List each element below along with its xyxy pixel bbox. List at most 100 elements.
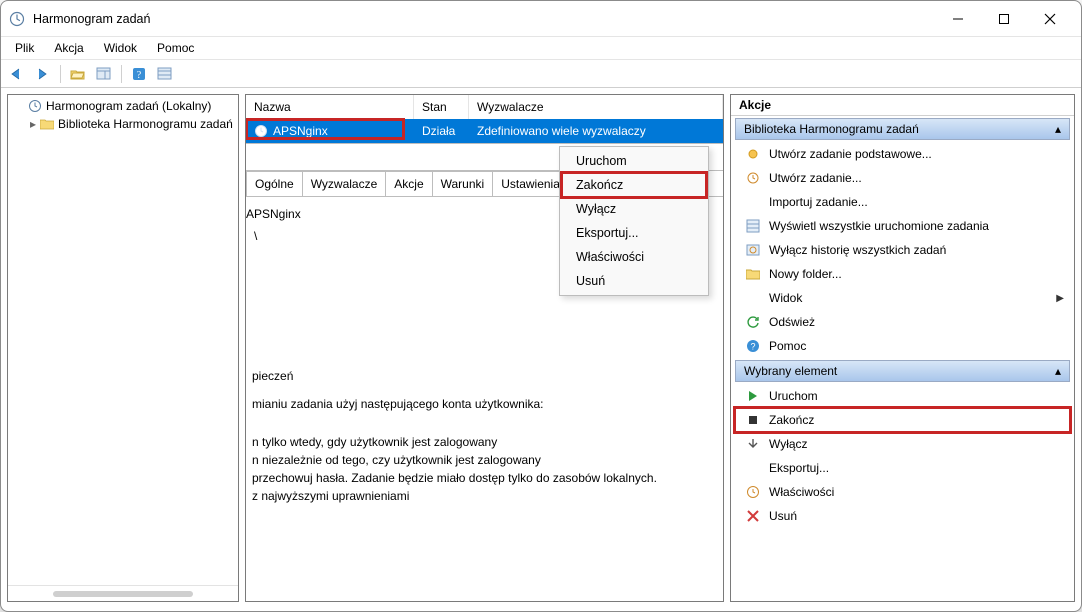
help-icon: ? xyxy=(745,338,761,354)
cm-delete[interactable]: Usuń xyxy=(562,269,706,293)
toolbar-separator xyxy=(60,65,61,83)
actions-group-selected-label: Wybrany element xyxy=(744,364,837,378)
stop-icon xyxy=(745,412,761,428)
cm-end[interactable]: Zakończ xyxy=(562,173,706,197)
tab-general[interactable]: Ogólne xyxy=(246,171,303,196)
action-refresh[interactable]: Odśwież xyxy=(735,310,1070,334)
clock-icon xyxy=(9,11,25,27)
tab-settings[interactable]: Ustawienia xyxy=(492,171,569,196)
action-run-label: Uruchom xyxy=(769,389,818,403)
action-export[interactable]: Eksportuj... xyxy=(735,456,1070,480)
actions-pane-title: Akcje xyxy=(731,95,1074,116)
task-row[interactable]: APSNginx Działa Zdefiniowano wiele wyzwa… xyxy=(246,119,723,143)
nav-back-button[interactable] xyxy=(5,63,29,85)
nav-forward-button[interactable] xyxy=(31,63,55,85)
detail-account-line: mianiu zadania użyj następującego konta … xyxy=(252,395,715,413)
clock-icon xyxy=(28,99,42,113)
blank-icon xyxy=(745,194,761,210)
tab-conditions[interactable]: Warunki xyxy=(432,171,494,196)
clock-icon xyxy=(254,124,268,138)
action-disable-history-label: Wyłącz historię wszystkich zadań xyxy=(769,243,946,257)
detail-nopwd-line: przechowuj hasła. Zadanie będzie miało d… xyxy=(252,469,715,487)
action-help-label: Pomoc xyxy=(769,339,806,353)
close-button[interactable] xyxy=(1027,4,1073,34)
detail-loggedin-line: n tylko wtedy, gdy użytkownik jest zalog… xyxy=(252,433,715,451)
scrollbar-thumb[interactable] xyxy=(53,591,193,597)
tree-library[interactable]: ▸ Biblioteka Harmonogramu zadań xyxy=(8,115,238,133)
tree-root[interactable]: Harmonogram zadań (Lokalny) xyxy=(8,97,238,115)
action-new-folder[interactable]: Nowy folder... xyxy=(735,262,1070,286)
show-actions-pane-button[interactable] xyxy=(92,63,116,85)
window-controls xyxy=(935,4,1073,34)
action-create-basic[interactable]: Utwórz zadanie podstawowe... xyxy=(735,142,1070,166)
actions-group-selected[interactable]: Wybrany element ▴ xyxy=(735,360,1070,382)
action-disable-history[interactable]: Wyłącz historię wszystkich zadań xyxy=(735,238,1070,262)
action-delete[interactable]: Usuń xyxy=(735,504,1070,528)
cm-export[interactable]: Eksportuj... xyxy=(562,221,706,245)
action-import-label: Importuj zadanie... xyxy=(769,195,868,209)
action-show-running[interactable]: Wyświetl wszystkie uruchomione zadania xyxy=(735,214,1070,238)
action-create[interactable]: Utwórz zadanie... xyxy=(735,166,1070,190)
security-header: pieczeń xyxy=(252,367,715,385)
show-preview-button[interactable] xyxy=(153,63,177,85)
detail-loggedout-line: n niezależnie od tego, czy użytkownik je… xyxy=(252,451,715,469)
app-title: Harmonogram zadań xyxy=(33,12,935,26)
action-run[interactable]: Uruchom xyxy=(735,384,1070,408)
menu-help[interactable]: Pomoc xyxy=(149,39,202,57)
horizontal-scrollbar[interactable] xyxy=(8,585,238,601)
detail-priv-line: z najwyższymi uprawnieniami xyxy=(252,487,715,505)
svg-text:?: ? xyxy=(137,70,142,81)
col-header-state[interactable]: Stan xyxy=(414,95,469,119)
action-create-label: Utwórz zadanie... xyxy=(769,171,862,185)
maximize-button[interactable] xyxy=(981,4,1027,34)
help-button[interactable]: ? xyxy=(127,63,151,85)
folder-icon xyxy=(745,266,761,282)
menubar: Plik Akcja Widok Pomoc xyxy=(1,37,1081,60)
open-folder-button[interactable] xyxy=(66,63,90,85)
col-header-name[interactable]: Nazwa xyxy=(246,95,414,119)
content-area: Harmonogram zadań (Lokalny) ▸ Biblioteka… xyxy=(1,88,1081,608)
action-view[interactable]: Widok ▶ xyxy=(735,286,1070,310)
minimize-button[interactable] xyxy=(935,4,981,34)
col-header-triggers[interactable]: Wyzwalacze xyxy=(469,95,723,119)
collapse-icon[interactable]: ▴ xyxy=(1055,364,1061,378)
expand-icon[interactable]: ▸ xyxy=(30,117,36,131)
properties-icon xyxy=(745,484,761,500)
action-view-label: Widok xyxy=(769,291,802,305)
action-disable[interactable]: Wyłącz xyxy=(735,432,1070,456)
actions-pane: Akcje Biblioteka Harmonogramu zadań ▴ Ut… xyxy=(730,94,1075,602)
blank-icon xyxy=(745,460,761,476)
svg-text:?: ? xyxy=(750,342,755,352)
tab-triggers[interactable]: Wyzwalacze xyxy=(302,171,387,196)
tree-root-label: Harmonogram zadań (Lokalny) xyxy=(46,99,211,113)
tab-actions[interactable]: Akcje xyxy=(385,171,432,196)
action-properties[interactable]: Właściwości xyxy=(735,480,1070,504)
menu-action[interactable]: Akcja xyxy=(46,39,91,57)
action-delete-label: Usuń xyxy=(769,509,797,523)
actions-group-library-label: Biblioteka Harmonogramu zadań xyxy=(744,122,919,136)
action-end-label: Zakończ xyxy=(769,413,814,427)
action-end[interactable]: Zakończ xyxy=(735,408,1070,432)
toolbar: ? xyxy=(1,60,1081,88)
clock-icon xyxy=(745,170,761,186)
action-show-running-label: Wyświetl wszystkie uruchomione zadania xyxy=(769,219,989,233)
task-context-menu: Uruchom Zakończ Wyłącz Eksportuj... Właś… xyxy=(559,146,709,296)
action-new-folder-label: Nowy folder... xyxy=(769,267,842,281)
menu-view[interactable]: Widok xyxy=(96,39,145,57)
refresh-icon xyxy=(745,314,761,330)
cm-properties[interactable]: Właściwości xyxy=(562,245,706,269)
toolbar-separator xyxy=(121,65,122,83)
task-list-header: Nazwa Stan Wyzwalacze xyxy=(246,95,723,119)
action-help[interactable]: ? Pomoc xyxy=(735,334,1070,358)
grid-icon xyxy=(745,218,761,234)
action-import[interactable]: Importuj zadanie... xyxy=(735,190,1070,214)
cm-disable[interactable]: Wyłącz xyxy=(562,197,706,221)
menu-file[interactable]: Plik xyxy=(7,39,42,57)
task-name: APSNginx xyxy=(273,124,328,138)
actions-group-library[interactable]: Biblioteka Harmonogramu zadań ▴ xyxy=(735,118,1070,140)
tree-library-label: Biblioteka Harmonogramu zadań xyxy=(58,117,233,131)
detail-path: \ xyxy=(254,229,257,243)
cm-run[interactable]: Uruchom xyxy=(562,149,706,173)
collapse-icon[interactable]: ▴ xyxy=(1055,122,1061,136)
blank-icon xyxy=(745,290,761,306)
